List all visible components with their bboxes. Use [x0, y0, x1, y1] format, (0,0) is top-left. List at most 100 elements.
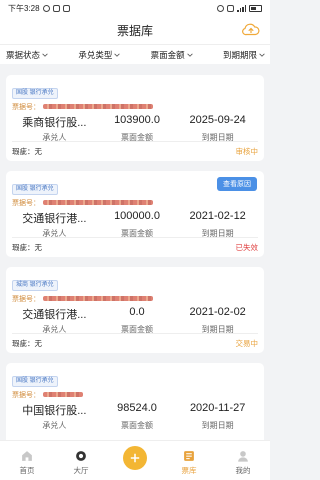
bill-number-label: 票据号：: [12, 103, 40, 111]
status-badge: 审核中: [235, 147, 259, 156]
add-button[interactable]: [123, 446, 147, 470]
defect-value: 无: [34, 147, 43, 156]
status-badge: 已失效: [235, 243, 259, 252]
bill-number-row: 票据号：: [12, 102, 258, 111]
due-date-value: 2025-09-24: [189, 114, 246, 127]
defect-label: 瑕疵：: [12, 243, 35, 252]
page-title: 票据库: [116, 23, 153, 38]
card-footer: 瑕疵：无 交易中: [12, 333, 258, 353]
chevron-down-icon: [186, 53, 193, 57]
app-notification-icon: [52, 4, 60, 12]
filter-face-amount[interactable]: 票面金额: [151, 49, 194, 61]
defect-value: 无: [34, 339, 43, 348]
filter-label: 承兑类型: [78, 49, 113, 60]
bill-list[interactable]: 国股 银行承兑 票据号： 乘商银行股... 103900.0 2025-09-2…: [0, 72, 270, 440]
battery-icon: [249, 4, 262, 12]
amount-value: 100000.0: [114, 210, 160, 223]
bill-card[interactable]: 国股 银行承兑 票据号： 中国银行股... 98524.0 2020-11-27…: [6, 363, 264, 440]
chevron-down-icon: [42, 53, 48, 57]
acceptor-value: 交通银行港...: [22, 213, 87, 226]
defect-label: 瑕疵：: [12, 339, 35, 348]
status-bar: 下午3:28: [0, 0, 270, 16]
acceptor-value: 中国银行股...: [22, 405, 87, 418]
home-icon: [22, 451, 32, 461]
acceptor-value: 交通银行港...: [22, 309, 87, 322]
bill-card[interactable]: 国股 银行承兑 票据号： 乘商银行股... 103900.0 2025-09-2…: [6, 75, 264, 161]
signal-icon: [237, 4, 246, 12]
bill-values-row: 交通银行港... 0.0 2021-02-02: [12, 306, 258, 322]
tab-library[interactable]: 票库: [169, 449, 209, 476]
hall-icon: [76, 451, 86, 461]
plus-icon: [130, 453, 140, 463]
due-date-value: 2021-02-12: [189, 210, 246, 223]
chevron-down-icon: [114, 53, 121, 57]
bill-card[interactable]: 国股 银行承兑 查看原因 票据号： 交通银行港... 100000.0 2021…: [6, 171, 264, 257]
tab-label: 首页: [19, 466, 35, 475]
bill-number-label: 票据号：: [12, 391, 40, 399]
view-reason-button[interactable]: 查看原因: [217, 177, 257, 191]
chevron-down-icon: [259, 53, 265, 57]
tab-label: 我的: [235, 466, 251, 475]
amount-label: 票面金额: [121, 421, 154, 431]
defect-label: 瑕疵：: [12, 147, 35, 156]
clock: 下午3:28: [8, 3, 40, 13]
message-icon: [62, 4, 70, 12]
filter-label: 到期期限: [222, 49, 257, 60]
filter-bill-status[interactable]: 票据状态: [6, 49, 49, 61]
redacted-bill-number: [43, 104, 153, 110]
redacted-bill-number: [43, 296, 153, 302]
bottom-tab-bar: 首页 大厅 票库 我的: [0, 440, 270, 480]
filter-bar: 票据状态 承兑类型 票面金额 到期期限: [0, 44, 270, 64]
due-date-value: 2021-02-02: [189, 306, 246, 319]
defect-value: 无: [34, 243, 43, 252]
acceptor-label: 承兑人: [42, 421, 67, 431]
filter-acceptance-type[interactable]: 承兑类型: [78, 49, 121, 61]
bill-number-row: 票据号：: [12, 294, 258, 303]
amount-value: 98524.0: [117, 402, 157, 415]
due-date-label: 到期日期: [201, 421, 234, 431]
defect-info: 瑕疵：无: [12, 338, 42, 349]
filter-label: 票面金额: [150, 49, 185, 60]
defect-info: 瑕疵：无: [12, 146, 42, 157]
amount-value: 103900.0: [114, 114, 160, 127]
redacted-bill-number: [43, 200, 153, 206]
card-footer: 瑕疵：无 已失效: [12, 237, 258, 257]
bill-labels-row: 承兑人 票面金额 到期日期: [12, 420, 258, 431]
status-left: 下午3:28: [8, 3, 70, 14]
bluetooth-icon: [217, 4, 224, 12]
tab-add[interactable]: [115, 446, 155, 476]
bill-number-row: 票据号：: [12, 198, 258, 207]
cloud-upload-icon[interactable]: [242, 22, 260, 38]
bill-values-row: 交通银行港... 100000.0 2021-02-12: [12, 210, 258, 226]
tab-label: 大厅: [73, 466, 89, 475]
amount-value: 0.0: [129, 306, 145, 319]
bill-number-label: 票据号：: [12, 295, 40, 303]
bill-values-row: 乘商银行股... 103900.0 2025-09-24: [12, 114, 258, 130]
tab-mine[interactable]: 我的: [223, 449, 263, 476]
bank-type-tag: 国股 银行承兑: [12, 184, 58, 196]
bill-number-row: 票据号：: [12, 390, 258, 399]
bill-values-row: 中国银行股... 98524.0 2020-11-27: [12, 402, 258, 418]
acceptor-value: 乘商银行股...: [22, 117, 87, 130]
user-icon: [238, 451, 248, 462]
bill-number-label: 票据号：: [12, 199, 40, 207]
filter-maturity[interactable]: 到期期限: [223, 49, 266, 61]
notification-icon: [42, 4, 50, 12]
bank-type-tag: 国股 银行承兑: [12, 88, 58, 100]
status-right: [217, 4, 262, 12]
status-badge: 交易中: [235, 339, 259, 348]
defect-info: 瑕疵：无: [12, 242, 42, 253]
bill-card[interactable]: 城商 银行承兑 票据号： 交通银行港... 0.0 2021-02-02 承兑人…: [6, 267, 264, 353]
library-icon: [184, 451, 194, 461]
title-bar: 票据库: [0, 16, 270, 44]
bank-type-tag: 国股 银行承兑: [12, 376, 58, 388]
due-date-value: 2020-11-27: [189, 402, 246, 415]
tab-hall[interactable]: 大厅: [61, 449, 101, 476]
card-footer: 瑕疵：无 审核中: [12, 141, 258, 161]
bank-type-tag: 城商 银行承兑: [12, 280, 58, 292]
tab-label: 票库: [181, 466, 197, 475]
tab-home[interactable]: 首页: [7, 449, 47, 476]
filter-label: 票据状态: [6, 49, 41, 60]
sim-icon: [227, 4, 234, 12]
redacted-bill-number: [43, 392, 83, 398]
